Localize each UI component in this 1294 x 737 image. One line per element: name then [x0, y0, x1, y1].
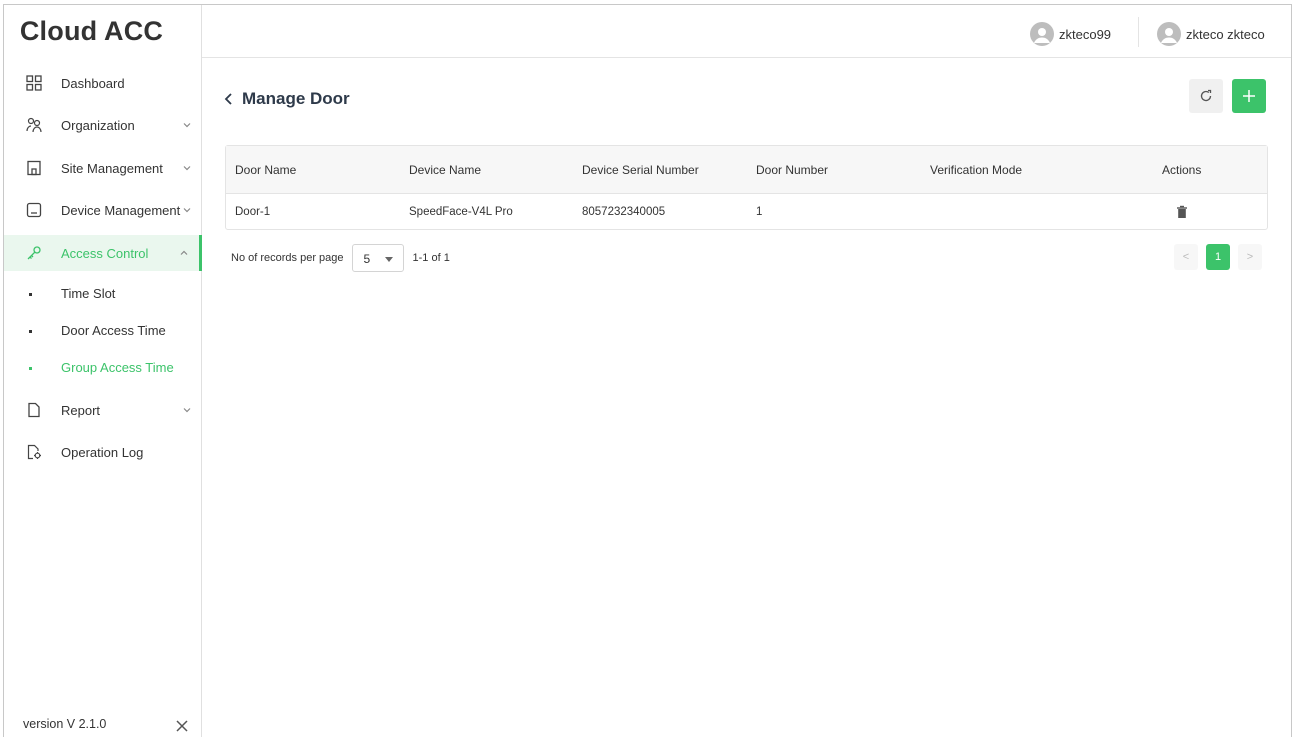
sidebar-item-operation-log[interactable]: Operation Log	[4, 434, 202, 470]
per-page-value: 5	[363, 252, 371, 266]
device-icon	[26, 202, 42, 218]
building-icon	[26, 160, 42, 176]
add-door-button[interactable]	[1232, 79, 1266, 113]
table-row[interactable]: Door-1 SpeedFace-V4L Pro 8057232340005 1	[226, 194, 1267, 229]
chevron-down-icon	[182, 405, 192, 415]
door-table: Door Name Device Name Device Serial Numb…	[225, 145, 1268, 230]
avatar	[1030, 22, 1054, 46]
bullet-icon	[29, 293, 32, 296]
table-header: Door Name Device Name Device Serial Numb…	[226, 146, 1267, 194]
brand-title: Cloud ACC	[19, 15, 164, 46]
refresh-icon	[1199, 89, 1213, 103]
column-header: Door Name	[235, 162, 297, 177]
user-menu-secondary[interactable]: zkteco zkteco	[1157, 22, 1265, 46]
delete-button[interactable]	[1176, 194, 1188, 229]
sidebar-subitem-label: Door Access Time	[61, 323, 166, 338]
close-icon[interactable]	[174, 718, 190, 734]
door-name-cell: Door-1	[235, 205, 271, 218]
sidebar-subitem-door-access-time[interactable]: Door Access Time	[4, 316, 202, 346]
sidebar-item-label: Site Management	[61, 160, 163, 176]
sidebar-item-label: Organization	[61, 117, 135, 133]
chevron-up-icon	[179, 248, 189, 258]
column-header: Actions	[1162, 162, 1202, 177]
user-menu-primary[interactable]: zkteco99	[1030, 22, 1111, 46]
door-number-cell: 1	[756, 205, 763, 218]
sidebar-subitem-time-slot[interactable]: Time Slot	[4, 279, 202, 309]
column-header: Verification Mode	[930, 162, 1023, 177]
sidebar-item-label: Report	[61, 402, 101, 418]
column-header: Device Name	[409, 162, 482, 177]
sidebar-item-organization[interactable]: Organization	[4, 107, 202, 143]
records-range: 1-1 of 1	[412, 252, 450, 264]
sidebar-item-label: Device Management	[61, 202, 181, 218]
key-icon	[26, 245, 42, 261]
sidebar-item-access-control[interactable]: Access Control	[4, 235, 202, 271]
sidebar-item-label: Access Control	[61, 245, 149, 261]
chevron-down-icon	[182, 120, 192, 130]
next-page-button[interactable]: >	[1238, 244, 1262, 270]
sidebar-item-dashboard[interactable]: Dashboard	[4, 65, 202, 101]
sidebar: Cloud ACC Dashboard Organization Site Ma…	[4, 5, 202, 737]
trash-icon	[1176, 205, 1188, 219]
chevron-left-icon	[222, 92, 236, 106]
top-bar: zkteco99 zkteco zkteco	[202, 5, 1291, 58]
chevron-down-icon	[182, 163, 192, 173]
sidebar-subitem-label: Group Access Time	[61, 360, 174, 375]
sidebar-item-device-management[interactable]: Device Management	[4, 192, 202, 228]
bullet-icon	[29, 330, 32, 333]
sidebar-item-site-management[interactable]: Site Management	[4, 150, 202, 186]
page-button-current[interactable]: 1	[1206, 244, 1230, 270]
dashboard-icon	[26, 75, 42, 91]
column-header: Device Serial Number	[582, 162, 699, 177]
device-name-cell: SpeedFace-V4L Pro	[409, 205, 513, 218]
plus-icon	[1242, 89, 1256, 103]
app-window: Cloud ACC Dashboard Organization Site Ma…	[3, 4, 1292, 737]
per-page-label: No of records per page	[231, 252, 344, 264]
user-name: zkteco99	[1059, 26, 1112, 42]
people-icon	[26, 117, 42, 133]
pagination-bar: No of records per page 5 1-1 of 1	[231, 244, 450, 272]
page-title: Manage Door	[242, 89, 350, 108]
refresh-button[interactable]	[1189, 79, 1223, 113]
caret-down-icon	[384, 257, 393, 262]
chevron-down-icon	[182, 205, 192, 215]
log-settings-icon	[26, 444, 42, 460]
sidebar-subitem-group-access-time[interactable]: Group Access Time	[4, 353, 202, 383]
bullet-icon	[29, 367, 32, 370]
serial-number-cell: 8057232340005	[582, 205, 666, 218]
sidebar-item-report[interactable]: Report	[4, 392, 202, 428]
document-icon	[26, 402, 42, 418]
per-page-select[interactable]: 5	[351, 244, 404, 272]
version-label: version V 2.1.0	[23, 717, 107, 731]
column-header: Door Number	[756, 162, 829, 177]
back-link[interactable]: Manage Door	[222, 89, 350, 109]
divider	[1138, 17, 1139, 47]
sidebar-item-label: Dashboard	[61, 75, 125, 91]
sidebar-item-label: Operation Log	[61, 444, 144, 460]
sidebar-subitem-label: Time Slot	[61, 286, 116, 301]
prev-page-button[interactable]: <	[1174, 244, 1198, 270]
user-name: zkteco zkteco	[1186, 26, 1265, 42]
avatar	[1157, 22, 1181, 46]
